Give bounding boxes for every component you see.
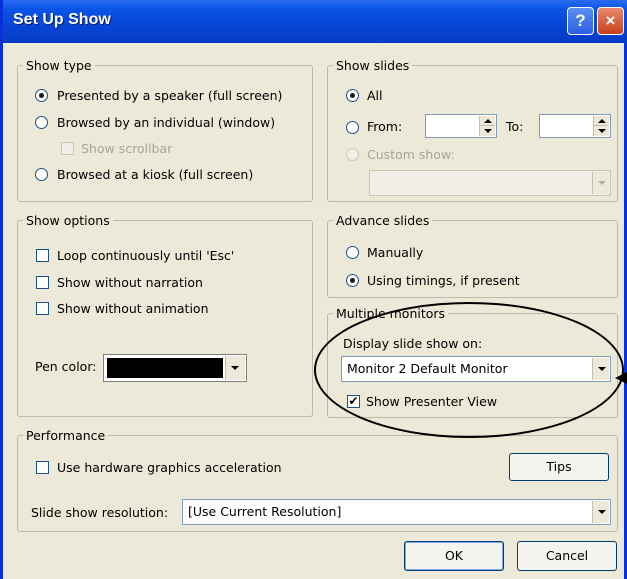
show-scrollbar-checkbox [61, 142, 74, 155]
display-on-label: Display slide show on: [343, 336, 483, 351]
presenter-view-checkbox[interactable]: ✔ [347, 395, 360, 408]
to-label: To: [506, 119, 524, 134]
timings-label[interactable]: Using timings, if present [367, 273, 520, 288]
hardware-acceleration-checkbox[interactable] [36, 461, 49, 474]
timings-radio[interactable] [346, 274, 359, 287]
from-spin-arrows[interactable] [479, 116, 495, 136]
tips-button[interactable]: Tips [509, 453, 609, 481]
speaker-radio[interactable] [35, 89, 48, 102]
from-spinner[interactable] [425, 114, 497, 138]
display-monitor-value: Monitor 2 Default Monitor [347, 361, 508, 376]
pen-color-swatch [107, 358, 223, 378]
show-options-legend: Show options [26, 213, 110, 228]
close-button[interactable]: × [597, 7, 624, 35]
resolution-arrow-icon[interactable] [592, 501, 609, 523]
loop-label[interactable]: Loop continuously until 'Esc' [57, 248, 234, 263]
from-label[interactable]: From: [367, 119, 402, 134]
title-bar[interactable]: Set Up Show ? × [3, 0, 627, 43]
manually-label[interactable]: Manually [367, 245, 423, 260]
advance-slides-legend: Advance slides [336, 213, 430, 228]
without-narration-label[interactable]: Show without narration [57, 275, 203, 290]
help-button[interactable]: ? [567, 7, 594, 35]
pointer-arrow-icon [615, 372, 627, 384]
presenter-view-label[interactable]: Show Presenter View [366, 394, 497, 409]
pen-color-picker[interactable] [103, 354, 247, 382]
to-spinner[interactable] [539, 114, 611, 138]
individual-label[interactable]: Browsed by an individual (window) [57, 115, 275, 130]
kiosk-radio[interactable] [35, 168, 48, 181]
custom-show-dropdown [369, 170, 611, 196]
set-up-show-dialog: Set Up Show ? × Show type Presented by a… [0, 0, 627, 579]
from-radio[interactable] [346, 121, 359, 134]
show-type-legend: Show type [26, 58, 92, 73]
cancel-button[interactable]: Cancel [517, 541, 617, 571]
all-slides-label[interactable]: All [367, 88, 383, 103]
kiosk-label[interactable]: Browsed at a kiosk (full screen) [57, 167, 253, 182]
dialog-title: Set Up Show [13, 11, 111, 28]
all-slides-radio[interactable] [346, 89, 359, 102]
multiple-monitors-legend: Multiple monitors [336, 306, 446, 321]
pen-color-arrow-icon[interactable] [225, 356, 245, 380]
custom-show-radio [346, 148, 359, 161]
hardware-acceleration-label[interactable]: Use hardware graphics acceleration [57, 460, 282, 475]
without-narration-checkbox[interactable] [36, 276, 49, 289]
resolution-dropdown[interactable]: [Use Current Resolution] [182, 499, 611, 525]
without-animation-label[interactable]: Show without animation [57, 301, 209, 316]
custom-show-label: Custom show: [367, 147, 455, 162]
check-mark-icon: ✔ [348, 394, 359, 408]
performance-legend: Performance [26, 428, 106, 443]
custom-show-arrow-icon [592, 172, 609, 194]
to-spin-arrows[interactable] [593, 116, 609, 136]
show-scrollbar-label: Show scrollbar [81, 141, 173, 156]
pen-color-label: Pen color: [35, 359, 97, 374]
display-monitor-arrow-icon[interactable] [592, 358, 609, 380]
ok-button[interactable]: OK [404, 541, 504, 571]
individual-radio[interactable] [35, 116, 48, 129]
display-monitor-dropdown[interactable]: Monitor 2 Default Monitor [341, 356, 611, 382]
resolution-value: [Use Current Resolution] [188, 504, 342, 519]
manually-radio[interactable] [346, 246, 359, 259]
resolution-label: Slide show resolution: [31, 505, 169, 520]
speaker-label[interactable]: Presented by a speaker (full screen) [57, 88, 282, 103]
loop-checkbox[interactable] [36, 249, 49, 262]
without-animation-checkbox[interactable] [36, 302, 49, 315]
show-slides-legend: Show slides [336, 58, 410, 73]
